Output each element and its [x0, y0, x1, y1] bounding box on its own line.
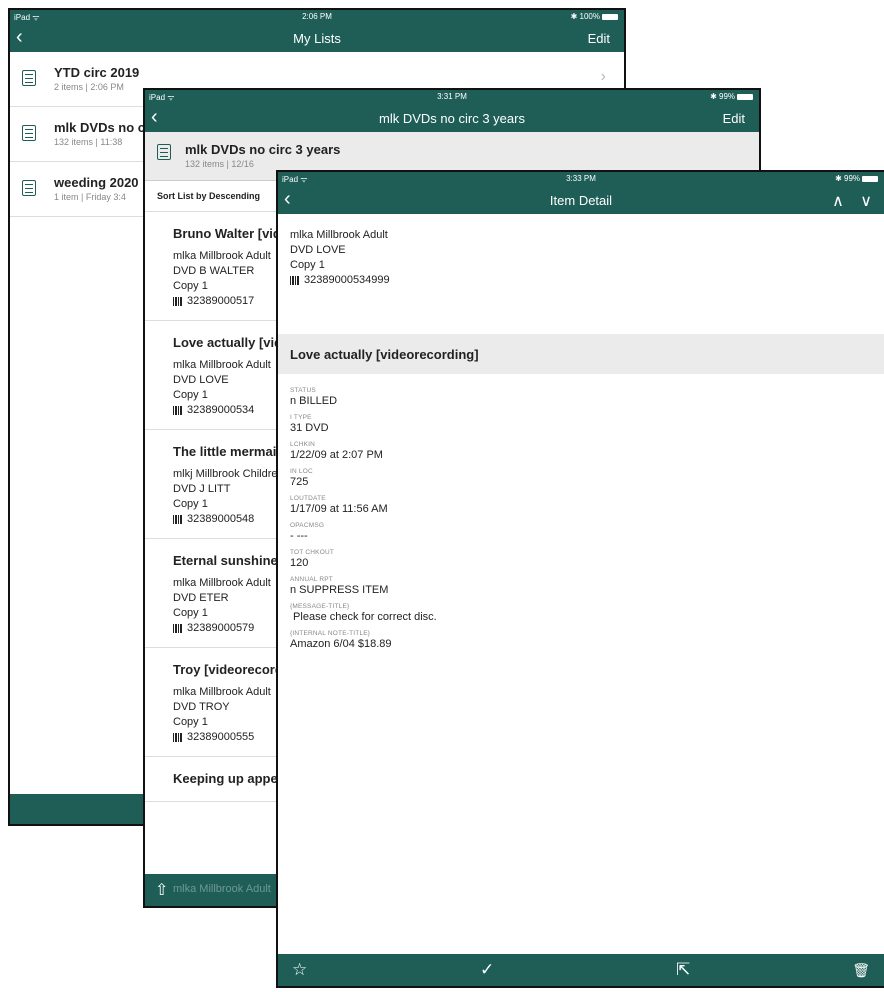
battery-status: ✱ 99% [710, 92, 753, 101]
item-location: mlka Millbrook Adult [290, 229, 388, 241]
share-icon[interactable]: ⇧ [155, 880, 168, 900]
barcode-icon [173, 296, 183, 306]
status-time: 3:33 PM [566, 174, 596, 183]
nav-title: Item Detail [549, 193, 613, 208]
next-item-icon[interactable]: ∨ [860, 193, 872, 210]
field-value: Please check for correct disc. [290, 611, 437, 623]
list-title: YTD circ 2019 [54, 65, 140, 80]
field-itype: I TYPE 31 DVD [290, 414, 872, 435]
edit-button[interactable]: Edit [723, 111, 745, 126]
field-label: LOUTDATE [290, 495, 326, 502]
list-meta: 2 items | 2:06 PM [54, 82, 124, 92]
status-bar: iPad ᯤ 2:06 PM ✱ 100% [10, 10, 624, 24]
field-value: - --- [290, 530, 308, 542]
field-value: n BILLED [290, 395, 338, 407]
status-time: 2:06 PM [302, 12, 332, 21]
check-icon[interactable]: ✓ [480, 960, 494, 980]
item-title: Love actually [videorecording] [290, 347, 479, 362]
field-label: TOT CHKOUT [290, 549, 335, 556]
list-title: weeding 2020 [54, 175, 139, 190]
list-header-title: mlk DVDs no circ 3 years [185, 142, 341, 157]
field-internal-note: {INTERNAL NOTE-TITLE} Amazon 6/04 $18.89 [290, 630, 872, 651]
field-label: LCHKIN [290, 441, 316, 448]
nav-bar: ‹ Item Detail ∧ ∨ [278, 186, 884, 214]
item-fields: STATUS n BILLED I TYPE 31 DVD LCHKIN 1/22/0… [278, 374, 884, 651]
item-summary: mlka Millbrook Adult DVD LOVE Copy 1 323… [278, 214, 884, 334]
list-icon [22, 180, 36, 196]
star-icon[interactable]: ☆ [292, 960, 307, 980]
status-bar: iPad ᯤ 3:31 PM ✱ 99% [145, 90, 759, 104]
list-meta: 1 item | Friday 3:4 [54, 192, 126, 202]
barcode-icon [173, 623, 183, 633]
field-value: 120 [290, 557, 309, 569]
barcode-icon [173, 732, 183, 742]
item-barcode: 32389000534999 [290, 273, 872, 288]
move-icon[interactable]: ⇱ [676, 960, 690, 980]
field-message: {MESSAGE-TITLE} Please check for correct… [290, 603, 872, 624]
battery-status: ✱ 100% [571, 12, 618, 21]
field-label: OPACMSG [290, 522, 325, 529]
field-tot-chkout: TOT CHKOUT 120 [290, 549, 872, 570]
field-value: 1/22/09 at 2:07 PM [290, 449, 383, 461]
barcode-icon [290, 275, 300, 285]
nav-bar: ‹ My Lists Edit [10, 24, 624, 52]
list-icon [22, 125, 36, 141]
field-value: 725 [290, 476, 309, 488]
battery-icon [862, 175, 878, 182]
field-value: 1/17/09 at 11:56 AM [290, 503, 388, 515]
previous-item-icon[interactable]: ∧ [832, 193, 844, 210]
status-time: 3:31 PM [437, 92, 467, 101]
item-title-bar: Love actually [videorecording] [278, 334, 884, 374]
field-value: 31 DVD [290, 422, 329, 434]
list-icon [22, 70, 36, 86]
field-label: IN LOC [290, 468, 313, 475]
bottom-toolbar: ☆ ✓ ⇱ 🗑 [278, 954, 884, 986]
field-value: Amazon 6/04 $18.89 [290, 638, 392, 650]
field-label: I TYPE [290, 414, 312, 421]
field-label: STATUS [290, 387, 316, 394]
barcode-icon [173, 514, 183, 524]
field-label: {INTERNAL NOTE-TITLE} [290, 630, 371, 637]
sort-label: Sort List by Descending [157, 191, 261, 201]
field-in-loc: IN LOC 725 [290, 468, 872, 489]
field-label: {MESSAGE-TITLE} [290, 603, 350, 610]
field-lchkin: LCHKIN 1/22/09 at 2:07 PM [290, 441, 872, 462]
item-call-number: DVD LOVE [290, 244, 346, 256]
list-header-meta: 132 items | 12/16 [185, 159, 254, 169]
battery-status: ✱ 99% [835, 174, 878, 183]
field-status: STATUS n BILLED [290, 387, 872, 408]
chevron-right-icon: › [600, 68, 606, 85]
battery-icon [737, 93, 753, 100]
nav-title: mlk DVDs no circ 3 years [379, 111, 525, 126]
status-bar: iPad ᯤ 3:33 PM ✱ 99% [278, 172, 884, 186]
nav-title: My Lists [293, 31, 341, 46]
barcode-icon [173, 405, 183, 415]
list-icon [157, 144, 171, 160]
scrolled-item-text: mlka Millbrook Adult [173, 883, 271, 895]
item-detail-screen: iPad ᯤ 3:33 PM ✱ 99% ‹ Item Detail ∧ ∨ m… [276, 170, 884, 988]
field-loutdate: LOUTDATE 1/17/09 at 11:56 AM [290, 495, 872, 516]
edit-button[interactable]: Edit [588, 31, 610, 46]
battery-icon [602, 13, 618, 20]
field-label: ANNUAL RPT [290, 576, 333, 583]
field-annual-rpt: ANNUAL RPT n SUPPRESS ITEM [290, 576, 872, 597]
item-nav-arrows: ∧ ∨ [820, 191, 872, 211]
field-value: n SUPPRESS ITEM [290, 584, 389, 596]
nav-bar: ‹ mlk DVDs no circ 3 years Edit [145, 104, 759, 132]
list-meta: 132 items | 11:38 [54, 137, 123, 147]
item-copy: Copy 1 [290, 259, 325, 271]
trash-icon[interactable]: 🗑 [852, 962, 870, 979]
field-opacmsg: OPACMSG - --- [290, 522, 872, 543]
